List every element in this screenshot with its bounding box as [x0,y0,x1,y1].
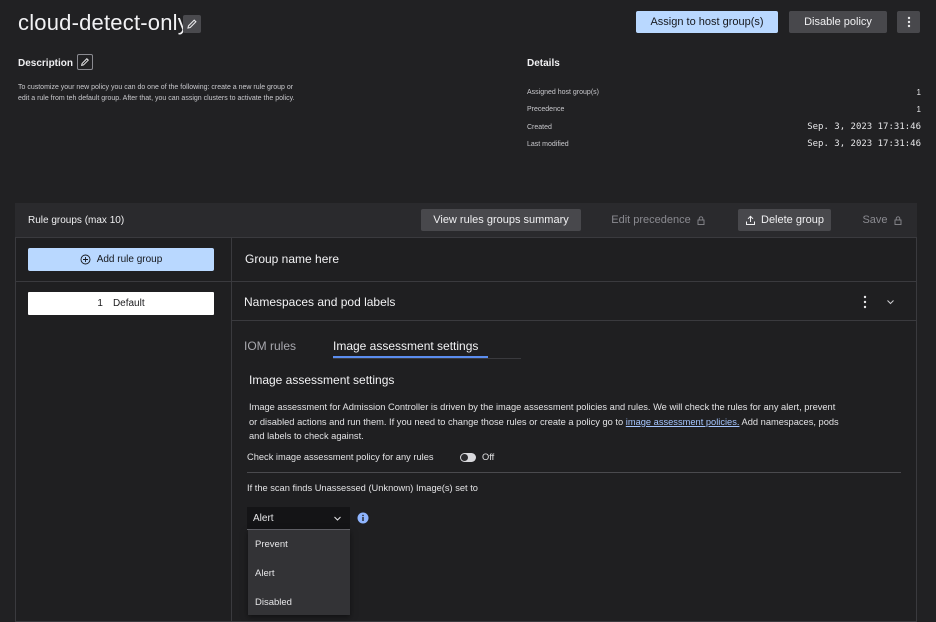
upload-icon [745,215,756,226]
lock-icon [894,215,902,225]
option-alert[interactable]: Alert [255,568,275,579]
chevron-down-icon [333,515,342,522]
image-assessment-description: Image assessment for Admission Controlle… [249,402,839,441]
settings-divider [247,472,901,473]
tab-image-assessment[interactable]: Image assessment settings [333,339,478,353]
disable-policy-button[interactable]: Disable policy [789,11,887,33]
plus-circle-icon [80,254,91,265]
unassessed-label: If the scan finds Unassessed (Unknown) I… [247,483,478,493]
more-options-icon[interactable] [897,11,920,33]
detail-row-last-modified: Last modified Sep. 3, 2023 17:31:46 [527,139,921,149]
details-heading: Details [527,58,560,69]
edit-description-icon[interactable] [77,54,93,70]
tab-underline [333,358,521,359]
edit-title-icon[interactable] [183,15,201,33]
option-prevent[interactable]: Prevent [255,539,288,550]
row-divider [15,281,917,282]
page-title: cloud-detect-only [18,10,189,35]
section-divider [232,320,917,321]
save-button[interactable]: Save [858,209,906,231]
image-assessment-policies-link[interactable]: image assessment policies. [626,417,740,427]
delete-group-button[interactable]: Delete group [738,209,831,231]
section-more-icon[interactable] [862,295,868,309]
description-heading: Description [18,58,74,69]
lock-icon [697,215,705,225]
add-rule-group-button[interactable]: Add rule group [28,248,214,271]
description-text: To customize your new policy you can do … [18,84,295,102]
detail-row-created: Created Sep. 3, 2023 17:31:46 [527,122,921,132]
group-name: Group name here [245,252,340,266]
info-icon[interactable] [357,512,369,524]
tab-iom-rules[interactable]: IOM rules [244,339,296,353]
edit-precedence-button[interactable]: Edit precedence [608,209,708,231]
unassessed-action-select[interactable]: Alert [247,507,350,530]
view-summary-button[interactable]: View rules groups summary [421,209,581,231]
section-title: Namespaces and pod labels [244,295,396,309]
check-policy-label: Check image assessment policy for any ru… [247,452,434,462]
detail-row-assigned: Assigned host group(s) 1 [527,88,921,97]
unassessed-action-menu: Prevent Alert Disabled [248,530,350,615]
check-policy-toggle[interactable] [460,453,476,462]
assign-host-group-button[interactable]: Assign to host group(s) [636,11,778,33]
rule-group-item-default[interactable]: 1 Default [28,292,214,315]
column-divider [231,238,232,622]
chevron-down-icon[interactable] [886,298,895,306]
detail-row-precedence: Precedence 1 [527,105,921,114]
image-assessment-heading: Image assessment settings [249,373,395,387]
option-disabled[interactable]: Disabled [255,597,292,608]
toggle-state-label: Off [482,452,495,462]
rule-groups-title: Rule groups (max 10) [28,215,125,226]
